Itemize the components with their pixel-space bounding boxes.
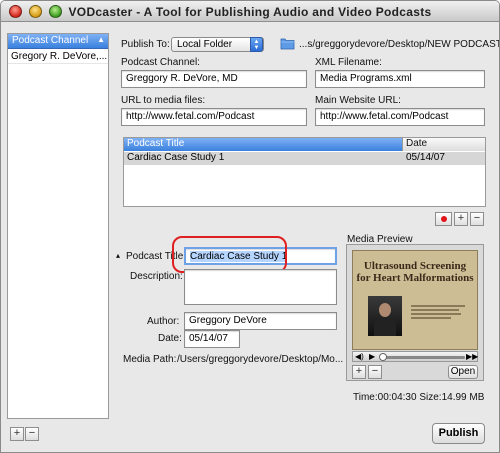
record-button[interactable] [435, 212, 452, 226]
scrubber-knob[interactable] [379, 353, 387, 361]
record-icon [441, 216, 447, 222]
add-episode-button[interactable]: + [454, 212, 468, 226]
media-info: Time:00:04:30 Size:14.99 MB [353, 392, 485, 403]
play-icon[interactable]: ▶ [369, 352, 375, 361]
zoom-out-button[interactable]: − [368, 365, 382, 379]
description-field[interactable] [184, 269, 337, 305]
table-header: Podcast Title Date [124, 138, 485, 151]
podcast-channel-label: Podcast Channel: [121, 57, 200, 68]
column-header-date[interactable]: Date [402, 138, 485, 151]
media-path-label: Media Path: [123, 354, 177, 365]
step-forward-icon[interactable]: ▶▶ [466, 352, 478, 361]
row-date: 05/14/07 [406, 152, 445, 163]
xml-filename-label: XML Filename: [315, 57, 382, 68]
podcast-channel-header-label: Podcast Channel [12, 35, 89, 46]
publish-to-label: Publish To: [121, 39, 170, 50]
window-title: VODcaster - A Tool for Publishing Audio … [68, 5, 432, 19]
media-controller[interactable]: ◀) ▶ ▶▶ [352, 351, 478, 362]
zoom-in-button[interactable]: + [352, 365, 366, 379]
highlight-annotation [172, 236, 287, 273]
popup-arrows-icon: ▲ ▼ [250, 37, 263, 52]
open-media-button[interactable]: Open [448, 365, 478, 379]
publish-to-selected-value: Local Folder [177, 39, 233, 50]
publish-button[interactable]: Publish [432, 423, 485, 444]
slide-title-line2: for Heart Malformations [356, 272, 474, 284]
media-url-field[interactable]: http://www.fetal.com/Podcast [121, 108, 307, 126]
publish-to-select[interactable]: Local Folder ▲ ▼ [171, 37, 264, 52]
volume-icon[interactable]: ◀) [355, 352, 364, 361]
folder-icon[interactable] [280, 36, 295, 50]
media-preview-panel: Ultrasound Screening for Heart Malformat… [346, 244, 484, 381]
date-field[interactable]: 05/14/07 [184, 330, 240, 348]
podcast-channel-field[interactable]: Greggory R. DeVore, MD [121, 70, 307, 88]
author-label: Author: [147, 316, 180, 327]
media-path-value: /Users/greggorydevore/Desktop/Mo... [177, 354, 344, 365]
remove-channel-button[interactable]: − [25, 427, 39, 441]
table-row[interactable]: Cardiac Case Study 1 05/14/07 [124, 152, 485, 165]
website-url-field[interactable]: http://www.fetal.com/Podcast [315, 108, 485, 126]
disclosure-triangle-icon[interactable]: ▴ [116, 251, 120, 260]
app-window: VODcaster - A Tool for Publishing Audio … [0, 0, 500, 453]
add-channel-button[interactable]: + [10, 427, 24, 441]
date-label: Date: [158, 333, 182, 344]
website-url-label: Main Website URL: [315, 95, 401, 106]
podcast-channel-column-header[interactable]: Podcast Channel ▲ [8, 34, 108, 49]
description-label: Description: [130, 271, 183, 282]
sort-ascending-icon: ▲ [97, 35, 105, 44]
media-url-label: URL to media files: [121, 95, 206, 106]
podcast-channel-list[interactable]: Podcast Channel ▲ Gregory R. DeVore,... [7, 33, 109, 419]
presenter-photo [368, 296, 402, 336]
remove-episode-button[interactable]: − [470, 212, 484, 226]
column-header-podcast-title[interactable]: Podcast Title [124, 138, 187, 151]
author-field[interactable]: Greggory DeVore [184, 312, 337, 330]
media-preview-image: Ultrasound Screening for Heart Malformat… [352, 250, 478, 350]
scrubber-track[interactable] [381, 356, 465, 359]
publish-path: ...s/greggorydevore/Desktop/NEW PODCAST [299, 39, 500, 50]
podcast-channel-item[interactable]: Gregory R. DeVore,... [8, 49, 108, 64]
episodes-table[interactable]: Podcast Title Date Cardiac Case Study 1 … [123, 137, 486, 207]
row-title: Cardiac Case Study 1 [127, 152, 225, 163]
slide-title-line1: Ultrasound Screening [363, 260, 467, 272]
slide-caption-lines [411, 303, 471, 321]
title-bar[interactable]: VODcaster - A Tool for Publishing Audio … [1, 1, 499, 22]
xml-filename-field[interactable]: Media Programs.xml [315, 70, 485, 88]
